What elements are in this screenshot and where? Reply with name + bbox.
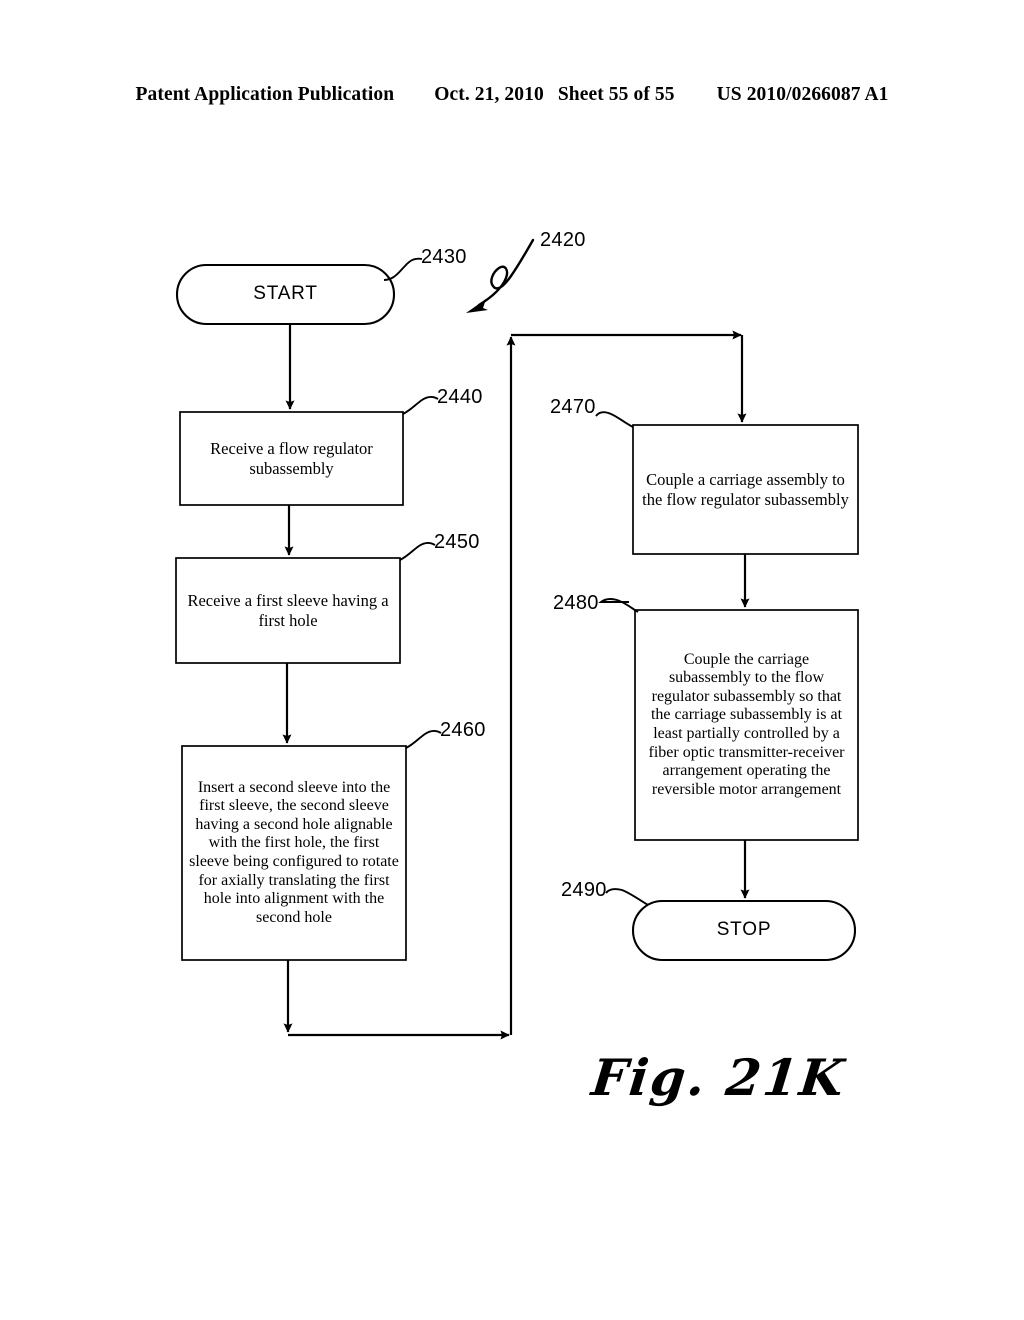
leader-line-2420-zigzag [477, 238, 535, 307]
ref-numeral-2440: 2440 [437, 386, 483, 408]
ref-numeral-2450: 2450 [434, 531, 480, 553]
ref-numeral-2430: 2430 [421, 246, 467, 268]
node-shape-2460 [181, 745, 407, 961]
leader-line-2430 [383, 257, 423, 281]
leader-line-2490 [605, 888, 649, 906]
leader-arrowhead-2420 [466, 299, 488, 313]
node-shape-2440 [179, 411, 404, 506]
ref-numeral-2480: 2480 [553, 592, 599, 614]
node-shape-2470 [632, 424, 859, 555]
leader-line-2450 [399, 541, 436, 561]
node-shape-2480 [634, 609, 859, 841]
node-shape-2450 [175, 557, 401, 664]
node-shape-start [175, 263, 396, 326]
ref-numeral-2490: 2490 [561, 879, 607, 901]
leader-line-2470 [595, 411, 634, 428]
ref-numeral-2460: 2460 [440, 719, 486, 741]
figure-caption: Fig. 21K [588, 1048, 849, 1107]
leader-line-2460 [405, 729, 442, 749]
flowchart-diagram: START Receive a flow regulator subassemb… [0, 0, 1024, 1320]
leader-line-2440 [402, 395, 439, 415]
ref-numeral-2470: 2470 [550, 396, 596, 418]
leader-line-2480 [598, 598, 639, 613]
ref-numeral-2420: 2420 [540, 229, 586, 251]
node-shape-stop [631, 899, 857, 962]
